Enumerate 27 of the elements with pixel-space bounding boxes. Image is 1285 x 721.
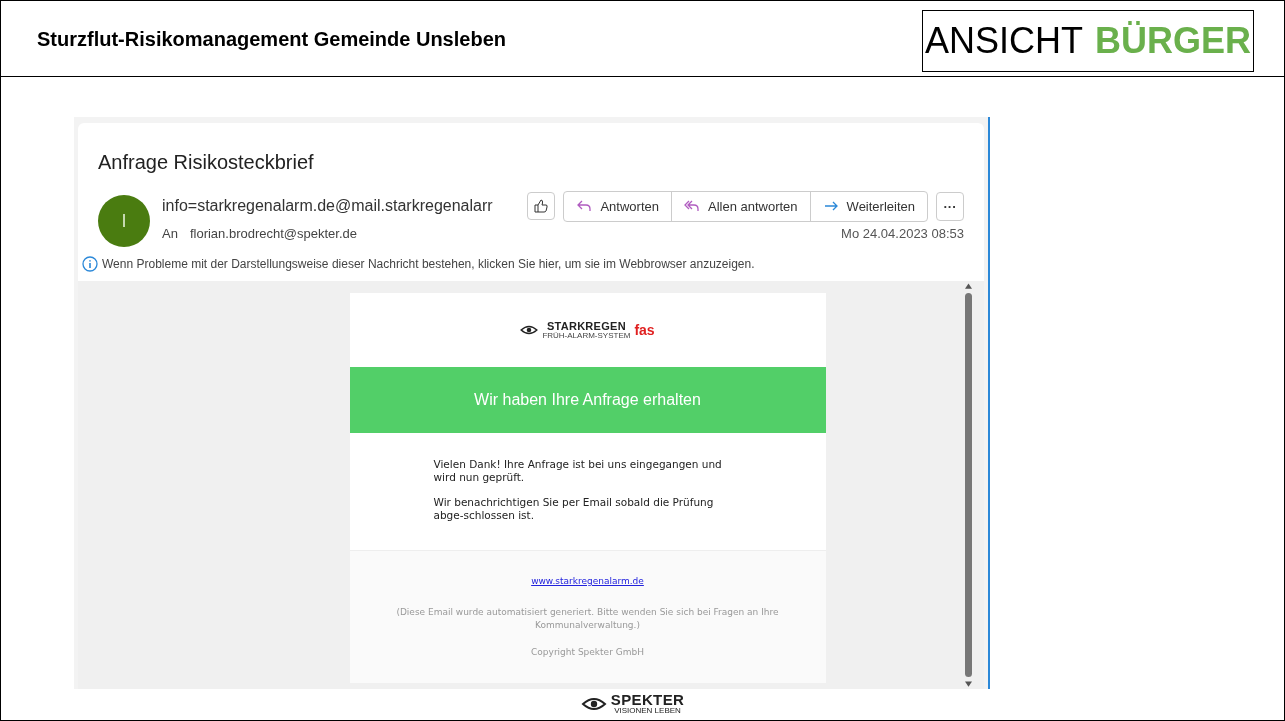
confirmation-banner: Wir haben Ihre Anfrage erhalten	[349, 367, 826, 433]
email-subject: Anfrage Risikosteckbrief	[98, 150, 315, 175]
message-paragraph: Wir benachrichtigen Sie per Email sobald die Prüfung abge-schlossen ist.	[433, 496, 715, 522]
copyright-text: Copyright Spekter GmbH	[531, 645, 644, 659]
to-label: An	[162, 224, 178, 243]
message-action-button[interactable]: Antworten	[564, 191, 671, 221]
recipient-address: florian.brodrecht@spekter.de	[189, 224, 358, 243]
message-paragraph: Vielen Dank! Ihre Anfrage ist bei uns eingegangen und wird nun geprüft.	[433, 458, 723, 484]
scrollbar[interactable]	[962, 281, 974, 689]
thumbs-up-icon	[533, 198, 550, 215]
spekter-logo: SPEKTER VISIONEN LEBEN	[580, 689, 685, 718]
view-label: ANSICHT BÜRGER	[922, 9, 1254, 72]
scroll-down-icon[interactable]	[964, 681, 972, 687]
slide-title: Sturzflut-Risikomanagement Gemeinde Unsleben	[37, 26, 506, 52]
message-action-button[interactable]: Weiterleiten	[809, 191, 927, 221]
avatar: I	[98, 195, 150, 247]
email-date: Mo 24.04.2023 08:53	[841, 224, 964, 243]
more-button[interactable]: ···	[936, 191, 964, 221]
eye-icon	[520, 325, 539, 335]
info-icon	[82, 256, 98, 272]
sender-address: info=starkregenalarm.de@mail.starkregenalarr	[162, 196, 493, 217]
like-button[interactable]	[527, 192, 556, 221]
message-action-button[interactable]: Allen antworten	[670, 191, 810, 221]
eye-icon	[580, 696, 607, 711]
scroll-up-icon[interactable]	[964, 283, 972, 289]
website-link[interactable]: www.starkregenalarm.de	[531, 575, 644, 589]
auto-generated-note: (Diese Email wurde automatisiert generiert. Bitte wenden Sie sich bei Fragen an Ihre Kommunalverwaltung.)	[395, 605, 780, 632]
